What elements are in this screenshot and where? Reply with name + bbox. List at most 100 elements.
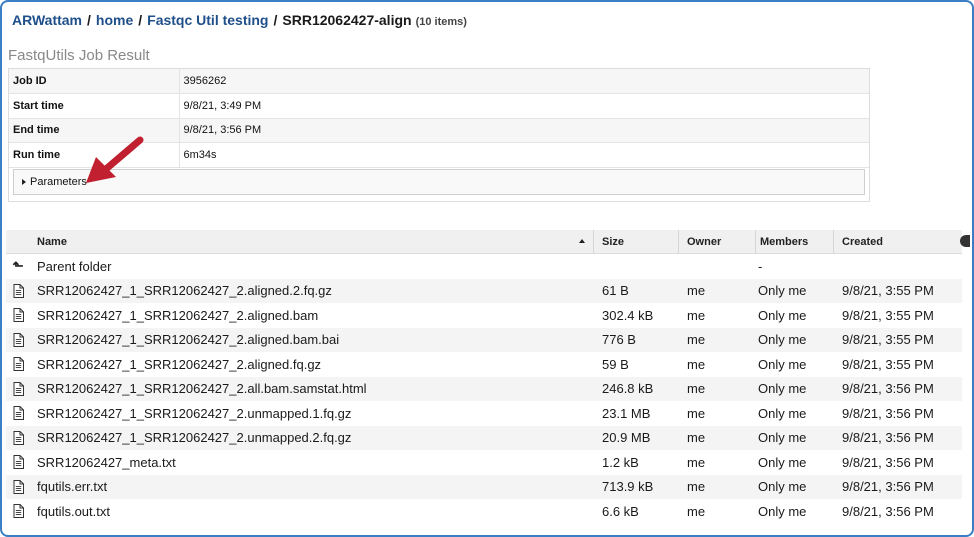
file-owner: me [687, 381, 706, 397]
file-name: Parent folder [37, 258, 112, 274]
document-icon [10, 303, 26, 328]
file-size: 6.6 kB [602, 503, 639, 519]
file-size: 776 B [602, 332, 636, 348]
column-header-name[interactable]: Name [37, 230, 594, 254]
column-header-owner[interactable]: Owner [681, 230, 756, 254]
file-size: 246.8 kB [602, 381, 654, 397]
file-created: 9/8/21, 3:56 PM [842, 454, 934, 470]
file-owner: me [687, 454, 706, 470]
file-members: Only me [758, 356, 807, 372]
file-name: fqutils.err.txt [37, 479, 108, 495]
item-count: (10 items) [415, 16, 467, 28]
file-name: SRR12062427_1_SRR12062427_2.unmapped.2.f… [37, 430, 352, 446]
file-name: SRR12062427_1_SRR12062427_2.aligned.bam.… [37, 332, 340, 348]
file-members: Only me [758, 307, 807, 323]
breadcrumb-separator: / [273, 12, 278, 28]
job-field-label: Start time [9, 93, 180, 119]
document-icon [10, 352, 26, 377]
file-name: SRR12062427_1_SRR12062427_2.aligned.fq.g… [37, 356, 322, 372]
table-row[interactable]: SRR12062427_1_SRR12062427_2.unmapped.1.f… [6, 401, 962, 426]
job-result-title: FastqUtils Job Result [8, 47, 150, 64]
job-field-value: 3956262 [179, 69, 869, 94]
parameters-label: Parameters [30, 176, 87, 188]
file-created: 9/8/21, 3:55 PM [842, 283, 934, 299]
column-header-members[interactable]: Members [756, 230, 834, 254]
table-row[interactable]: fqutils.err.txt 713.9 kB me Only me 9/8/21, … [6, 474, 962, 500]
column-header-created[interactable]: Created [834, 230, 962, 254]
file-created: 9/8/21, 3:55 PM [842, 332, 934, 348]
document-icon [10, 475, 26, 500]
parent-folder-arrow-icon: ⬑ [12, 258, 24, 274]
document-icon [10, 450, 26, 475]
file-size: 1.2 kB [602, 454, 639, 470]
table-row[interactable]: SRR12062427_1_SRR12062427_2.aligned.bam.… [6, 327, 962, 353]
file-created: 9/8/21, 3:56 PM [842, 381, 934, 397]
file-created: 9/8/21, 3:56 PM [842, 503, 934, 519]
breadcrumb-user[interactable]: ARWattam [12, 12, 82, 28]
file-members: - [758, 258, 763, 274]
table-row[interactable]: SRR12062427_1_SRR12062427_2.aligned.fq.g… [6, 352, 962, 377]
file-grid-header: Name Size Owner Members Created [6, 230, 962, 254]
breadcrumb-folder[interactable]: Fastqc Util testing [147, 12, 268, 28]
file-name: SRR12062427_1_SRR12062427_2.aligned.bam [37, 307, 319, 323]
file-owner: me [687, 479, 706, 495]
column-header-label: Created [842, 236, 883, 248]
red-arrow-annotation-icon [86, 136, 144, 183]
file-created: 9/8/21, 3:56 PM [842, 405, 934, 421]
file-owner: me [687, 356, 706, 372]
document-icon [10, 426, 26, 451]
file-size: 302.4 kB [602, 307, 654, 323]
file-name: SRR12062427_1_SRR12062427_2.all.bam.sams… [37, 381, 367, 397]
file-owner: me [687, 405, 706, 421]
file-name: SRR12062427_1_SRR12062427_2.unmapped.1.f… [37, 405, 352, 421]
file-owner: me [687, 430, 706, 446]
document-icon [10, 499, 26, 524]
file-name: SRR12062427_1_SRR12062427_2.aligned.2.fq… [37, 283, 332, 299]
breadcrumb: ARWattam / home / Fastqc Util testing / SRR120… [12, 12, 467, 28]
file-size: 61 B [602, 283, 629, 299]
column-header-size[interactable]: Size [596, 230, 679, 254]
job-row-start: Start time 9/8/21, 3:49 PM [9, 93, 869, 119]
column-header-label: Owner [687, 236, 722, 248]
table-row[interactable]: SRR12062427_1_SRR12062427_2.all.bam.sams… [6, 376, 962, 402]
file-created: 9/8/21, 3:55 PM [842, 307, 934, 323]
file-list: ⬑ Parent folder - SRR12062427_1_SRR12062… [6, 254, 962, 524]
file-name: fqutils.out.txt [37, 503, 110, 519]
file-members: Only me [758, 503, 807, 519]
column-header-label: Size [602, 236, 625, 248]
table-row[interactable]: fqutils.out.txt 6.6 kB me Only me 9/8/21, 3:… [6, 499, 962, 524]
file-owner: me [687, 307, 706, 323]
column-header-label: Members [760, 236, 809, 248]
job-field-value: 6m34s [179, 142, 869, 168]
file-created: 9/8/21, 3:55 PM [842, 356, 934, 372]
document-icon [10, 377, 26, 402]
sort-ascending-icon [579, 239, 585, 243]
file-size: 23.1 MB [602, 405, 651, 421]
gear-icon[interactable] [960, 235, 970, 247]
file-members: Only me [758, 381, 807, 397]
breadcrumb-separator: / [87, 12, 91, 28]
table-row[interactable]: SRR12062427_meta.txt 1.2 kB me Only me 9/8/2… [6, 450, 962, 475]
document-icon [10, 328, 26, 353]
breadcrumb-separator: / [138, 12, 143, 28]
file-created: 9/8/21, 3:56 PM [842, 479, 934, 495]
column-header-label: Name [37, 236, 67, 248]
file-owner: me [687, 283, 706, 299]
file-name: SRR12062427_meta.txt [37, 454, 176, 470]
breadcrumb-current: SRR12062427-align [282, 12, 412, 28]
file-members: Only me [758, 332, 807, 348]
file-owner: me [687, 332, 706, 348]
file-members: Only me [758, 454, 807, 470]
job-row-id: Job ID 3956262 [9, 69, 869, 94]
file-members: Only me [758, 479, 807, 495]
file-members: Only me [758, 405, 807, 421]
job-field-label: Job ID [9, 69, 180, 94]
parent-folder-row[interactable]: ⬑ Parent folder - [6, 254, 962, 279]
file-created: 9/8/21, 3:56 PM [842, 430, 934, 446]
caret-right-icon [22, 179, 26, 185]
breadcrumb-home[interactable]: home [96, 12, 133, 28]
table-row[interactable]: SRR12062427_1_SRR12062427_2.unmapped.2.f… [6, 425, 962, 451]
table-row[interactable]: SRR12062427_1_SRR12062427_2.aligned.bam 3… [6, 303, 962, 328]
document-icon [10, 279, 26, 304]
table-row[interactable]: SRR12062427_1_SRR12062427_2.aligned.2.fq… [6, 278, 962, 304]
